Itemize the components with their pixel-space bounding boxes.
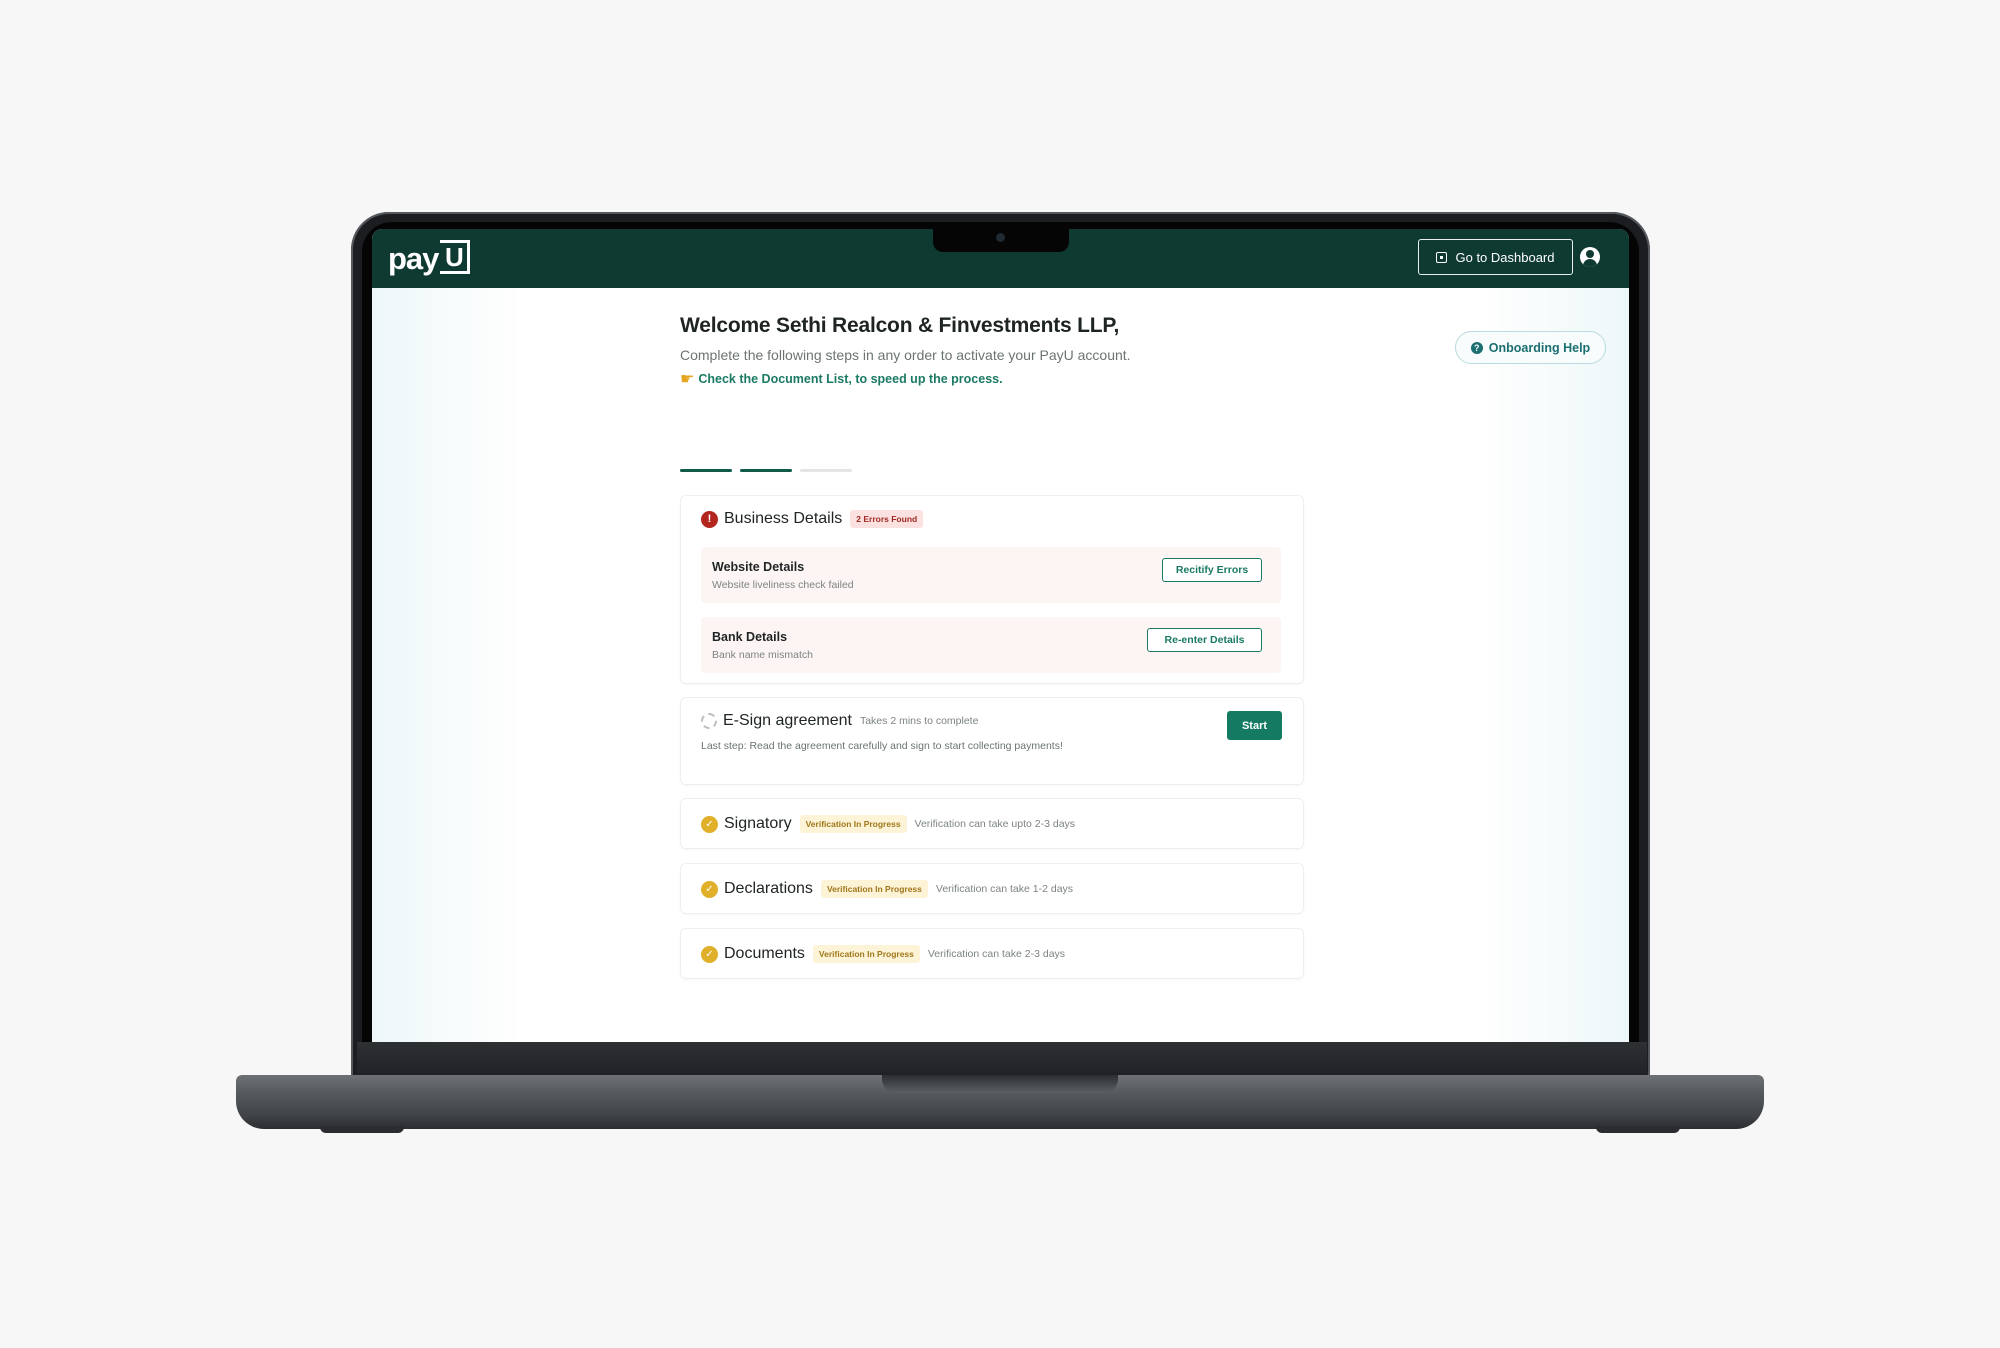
error-icon: ! xyxy=(701,510,718,528)
esign-header: E-Sign agreement Takes 2 mins to complet… xyxy=(701,712,978,730)
laptop-foot xyxy=(320,1126,404,1133)
signatory-status-badge: Verification In Progress xyxy=(799,815,907,833)
signatory-meta: Verification can take upto 2-3 days xyxy=(914,818,1076,830)
welcome-subtitle: Complete the following steps in any orde… xyxy=(680,347,1131,363)
user-account-icon[interactable] xyxy=(1580,247,1600,267)
progress-step-3 xyxy=(800,469,852,472)
payu-logo[interactable]: pay U xyxy=(388,239,471,279)
website-details-title: Website Details xyxy=(712,560,805,574)
welcome-section: Welcome Sethi Realcon & Finvestments LLP… xyxy=(680,297,1280,389)
pending-icon xyxy=(701,713,717,729)
help-icon: ? xyxy=(1470,341,1483,354)
documents-title: Documents xyxy=(724,945,805,962)
signatory-header: ✓ Signatory Verification In Progress Ver… xyxy=(701,815,1075,833)
declarations-meta: Verification can take 1-2 days xyxy=(935,883,1074,895)
documents-status-badge: Verification In Progress xyxy=(812,945,920,963)
go-to-dashboard-button[interactable]: Go to Dashboard xyxy=(1418,239,1573,275)
check-icon: ✓ xyxy=(701,880,718,898)
errors-badge: 2 Errors Found xyxy=(850,510,924,528)
camera-notch xyxy=(933,226,1069,252)
bank-details-row: Bank Details Bank name mismatch Re-enter… xyxy=(701,617,1281,673)
logo-box: U xyxy=(440,240,471,274)
declarations-status-badge: Verification In Progress xyxy=(820,880,928,898)
logo-text: pay xyxy=(388,241,439,276)
laptop-hinge xyxy=(357,1042,1647,1076)
check-icon: ✓ xyxy=(701,815,718,833)
bank-details-description: Bank name mismatch xyxy=(712,649,813,661)
bank-details-title: Bank Details xyxy=(712,630,788,644)
help-button-label: Onboarding Help xyxy=(1488,340,1591,355)
business-details-card: ! Business Details 2 Errors Found Websit… xyxy=(680,495,1304,684)
declarations-card[interactable]: ✓ Declarations Verification In Progress … xyxy=(680,863,1304,914)
website-details-description: Website liveliness check failed xyxy=(712,579,854,591)
progress-step-2 xyxy=(740,469,792,472)
pointing-hand-icon: ☛ xyxy=(680,371,695,388)
signatory-card[interactable]: ✓ Signatory Verification In Progress Ver… xyxy=(680,798,1304,849)
rectify-errors-button[interactable]: Recitify Errors xyxy=(1162,558,1262,582)
onboarding-help-button[interactable]: ? Onboarding Help xyxy=(1455,331,1606,364)
business-details-title: Business Details xyxy=(724,510,843,527)
camera-icon xyxy=(996,233,1005,242)
onboarding-progress xyxy=(680,469,852,472)
laptop-foot xyxy=(1596,1126,1680,1133)
documents-header: ✓ Documents Verification In Progress Ver… xyxy=(701,945,1065,963)
declarations-header: ✓ Declarations Verification In Progress … xyxy=(701,880,1073,898)
document-link-text: Check the Document List, to speed up the… xyxy=(698,372,1003,386)
re-enter-details-button[interactable]: Re-enter Details xyxy=(1147,628,1262,652)
business-details-header: ! Business Details 2 Errors Found xyxy=(701,510,924,528)
esign-description: Last step: Read the agreement carefully … xyxy=(701,740,1063,752)
app-screen: pay U Go to Dashboard ? Onboarding Help … xyxy=(372,229,1629,1042)
declarations-title: Declarations xyxy=(724,880,813,897)
laptop-lip xyxy=(882,1075,1118,1093)
signatory-title: Signatory xyxy=(724,815,792,832)
dashboard-icon xyxy=(1436,251,1448,263)
website-details-row: Website Details Website liveliness check… xyxy=(701,547,1281,603)
documents-meta: Verification can take 2-3 days xyxy=(927,948,1066,960)
documents-card[interactable]: ✓ Documents Verification In Progress Ver… xyxy=(680,928,1304,979)
dashboard-button-label: Go to Dashboard xyxy=(1455,249,1555,265)
esign-meta: Takes 2 mins to complete xyxy=(859,715,979,727)
document-list-link[interactable]: ☛ Check the Document List, to speed up t… xyxy=(680,369,1280,389)
esign-title: E-Sign agreement xyxy=(723,712,852,729)
welcome-title: Welcome Sethi Realcon & Finvestments LLP… xyxy=(680,314,1120,337)
progress-step-1 xyxy=(680,469,732,472)
start-esign-button[interactable]: Start xyxy=(1227,711,1282,740)
esign-card: E-Sign agreement Takes 2 mins to complet… xyxy=(680,697,1304,785)
laptop-base xyxy=(236,1075,1764,1129)
check-icon: ✓ xyxy=(701,945,718,963)
